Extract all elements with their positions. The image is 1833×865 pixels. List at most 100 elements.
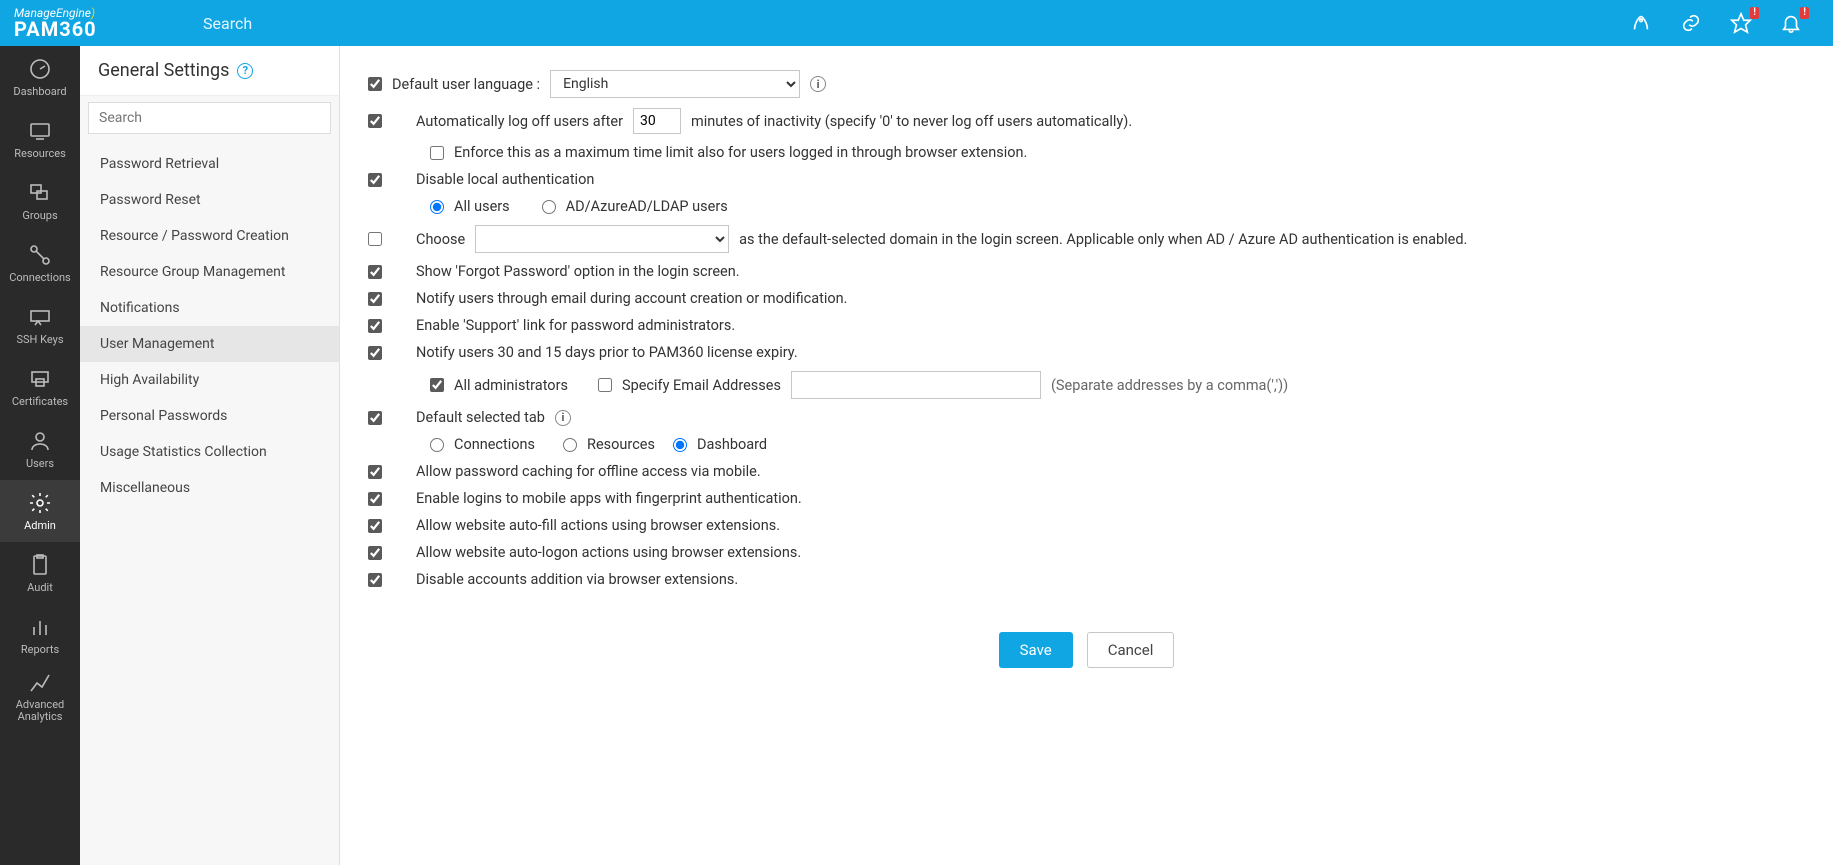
rad-tab-dashboard[interactable] — [673, 438, 687, 452]
chk-default-lang[interactable] — [368, 77, 382, 91]
help-icon[interactable]: ? — [237, 63, 253, 79]
sidebar-item-miscellaneous[interactable]: Miscellaneous — [80, 470, 339, 506]
sidebar-item-usage-statistics[interactable]: Usage Statistics Collection — [80, 434, 339, 470]
lbl-support-link: Enable 'Support' link for password admin… — [416, 317, 735, 334]
nav-groups[interactable]: Groups — [0, 170, 80, 232]
row-autofill: Allow website auto-fill actions using br… — [368, 517, 1805, 534]
row-disable-local-auth: Disable local authentication — [368, 171, 1805, 188]
row-auto-logoff: Automatically log off users after minute… — [368, 108, 1805, 134]
chk-specify-email[interactable] — [598, 378, 612, 392]
lbl-pw-cache: Allow password caching for offline acces… — [416, 463, 761, 480]
lbl-tab-dashboard: Dashboard — [697, 436, 767, 453]
rad-tab-resources[interactable] — [563, 438, 577, 452]
settings-search-input[interactable] — [88, 102, 331, 134]
lbl-specify-email: Specify Email Addresses — [622, 377, 781, 394]
sel-default-lang[interactable]: English — [550, 70, 800, 98]
brand-bottom: PAM360 — [14, 19, 97, 40]
search-input[interactable] — [203, 14, 523, 33]
row-fingerprint: Enable logins to mobile apps with finger… — [368, 490, 1805, 507]
row-default-domain: Choose as the default-selected domain in… — [368, 225, 1805, 253]
row-forgot-pw: Show 'Forgot Password' option in the log… — [368, 263, 1805, 280]
row-support-link: Enable 'Support' link for password admin… — [368, 317, 1805, 334]
rad-all-users[interactable] — [430, 200, 444, 214]
footer-buttons: Save Cancel — [368, 632, 1805, 668]
lbl-auto-logoff-pre: Automatically log off users after — [416, 113, 623, 130]
save-button[interactable]: Save — [999, 632, 1073, 668]
lbl-default-tab: Default selected tab — [416, 409, 545, 426]
chk-default-domain[interactable] — [368, 232, 382, 246]
nav-audit[interactable]: Audit — [0, 542, 80, 604]
chk-all-admins[interactable] — [430, 378, 444, 392]
link-icon[interactable] — [1679, 11, 1703, 35]
chk-enforce-ext[interactable] — [430, 146, 444, 160]
sidebar-item-high-availability[interactable]: High Availability — [80, 362, 339, 398]
sel-default-domain[interactable] — [475, 225, 729, 253]
nav-connections[interactable]: Connections — [0, 232, 80, 294]
rad-tab-connections[interactable] — [430, 438, 444, 452]
sidebar-item-notifications[interactable]: Notifications — [80, 290, 339, 326]
nav-admin[interactable]: Admin — [0, 480, 80, 542]
row-disable-local-options: All users AD/AzureAD/LDAP users — [368, 198, 1805, 215]
rad-ad-users[interactable] — [542, 200, 556, 214]
nav-sshkeys[interactable]: SSH Keys — [0, 294, 80, 356]
chk-pw-cache[interactable] — [368, 465, 382, 479]
nav-dashboard[interactable]: Dashboard — [0, 46, 80, 108]
chk-support-link[interactable] — [368, 319, 382, 333]
sidebar-item-password-retrieval[interactable]: Password Retrieval — [80, 146, 339, 182]
main-area: Dashboard Resources Groups Connections S… — [0, 46, 1833, 865]
chk-license-expiry[interactable] — [368, 346, 382, 360]
cancel-button[interactable]: Cancel — [1087, 632, 1175, 668]
row-default-lang: Default user language : English i — [368, 70, 1805, 98]
sidebar-item-user-management[interactable]: User Management — [80, 326, 339, 362]
rocket-icon[interactable] — [1629, 11, 1653, 35]
bell-badge: ! — [1800, 7, 1809, 19]
settings-content: Default user language : English i Automa… — [340, 46, 1833, 865]
lbl-default-lang: Default user language : — [392, 76, 540, 93]
star-icon[interactable]: ! — [1729, 11, 1753, 35]
settings-list: Password Retrieval Password Reset Resour… — [80, 140, 339, 512]
sidebar-item-password-reset[interactable]: Password Reset — [80, 182, 339, 218]
lbl-autologon: Allow website auto-logon actions using b… — [416, 544, 801, 561]
lbl-auto-logoff-post: minutes of inactivity (specify '0' to ne… — [691, 113, 1132, 130]
chk-notify-email[interactable] — [368, 292, 382, 306]
info-icon-tab[interactable]: i — [555, 410, 571, 426]
row-license-recipients: All administrators Specify Email Address… — [368, 371, 1805, 399]
chk-autologon[interactable] — [368, 546, 382, 560]
sidebar-item-resource-password-creation[interactable]: Resource / Password Creation — [80, 218, 339, 254]
global-search[interactable] — [185, 0, 725, 46]
lbl-fingerprint: Enable logins to mobile apps with finger… — [416, 490, 802, 507]
bell-icon[interactable]: ! — [1779, 11, 1803, 35]
nav-certificates[interactable]: Certificates — [0, 356, 80, 418]
chk-fingerprint[interactable] — [368, 492, 382, 506]
row-pw-cache: Allow password caching for offline acces… — [368, 463, 1805, 480]
lbl-tab-resources: Resources — [587, 436, 655, 453]
nav-advanced-analytics[interactable]: Advanced Analytics — [0, 666, 80, 728]
chk-autofill[interactable] — [368, 519, 382, 533]
nav-resources[interactable]: Resources — [0, 108, 80, 170]
lbl-email-hint: (Separate addresses by a comma(',')) — [1051, 377, 1288, 394]
info-icon[interactable]: i — [810, 76, 826, 92]
nav-users[interactable]: Users — [0, 418, 80, 480]
sidebar-item-resource-group-management[interactable]: Resource Group Management — [80, 254, 339, 290]
chk-auto-logoff[interactable] — [368, 114, 382, 128]
lbl-forgot-pw: Show 'Forgot Password' option in the log… — [416, 263, 740, 280]
row-enforce-ext: Enforce this as a maximum time limit als… — [368, 144, 1805, 161]
chk-disable-local-auth[interactable] — [368, 173, 382, 187]
row-disable-acct-add: Disable accounts addition via browser ex… — [368, 571, 1805, 588]
nav-reports[interactable]: Reports — [0, 604, 80, 666]
row-default-tab-options: Connections Resources Dashboard — [368, 436, 1805, 453]
chk-forgot-pw[interactable] — [368, 265, 382, 279]
chk-disable-acct-add[interactable] — [368, 573, 382, 587]
lbl-tab-connections: Connections — [454, 436, 535, 453]
inp-auto-logoff-min[interactable] — [633, 108, 681, 134]
lbl-enforce-ext: Enforce this as a maximum time limit als… — [454, 144, 1027, 161]
lbl-all-users: All users — [454, 198, 510, 215]
topbar-actions: ! ! — [1629, 0, 1833, 46]
lbl-notify-email: Notify users through email during accoun… — [416, 290, 847, 307]
inp-email-addresses[interactable] — [791, 371, 1041, 399]
brand-logo: ManageEngine) PAM360 — [0, 0, 185, 46]
chk-default-tab[interactable] — [368, 411, 382, 425]
settings-sidebar-title: General Settings ? — [80, 46, 339, 96]
sidebar-item-personal-passwords[interactable]: Personal Passwords — [80, 398, 339, 434]
row-notify-email: Notify users through email during accoun… — [368, 290, 1805, 307]
